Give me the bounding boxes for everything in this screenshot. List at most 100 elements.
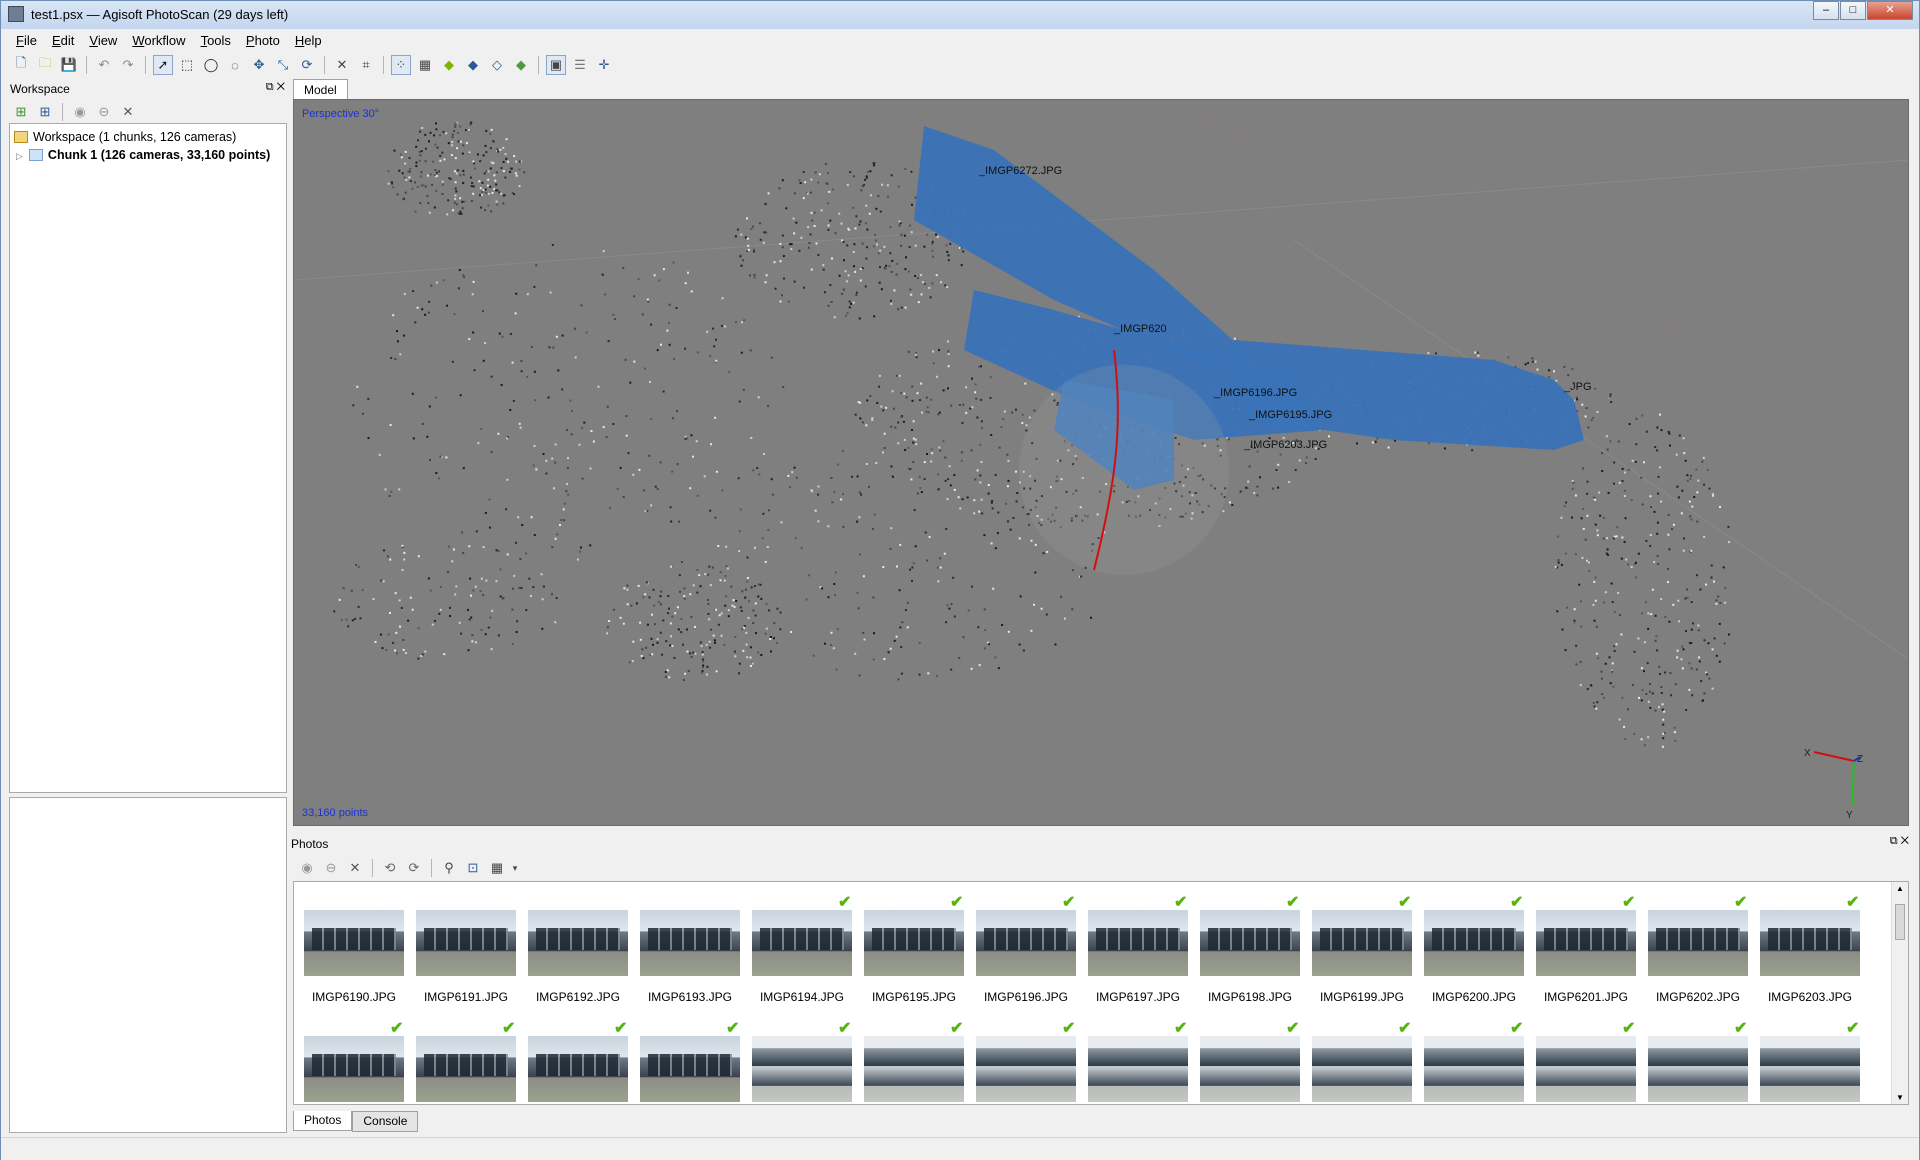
menu-file[interactable]: File [9,31,45,51]
photos-panel-header: Photos ⧉ ✕ [291,835,1911,853]
point-cloud-view-icon[interactable]: ⁘ [391,55,411,75]
close-panel-icon[interactable]: ✕ [1901,835,1909,847]
menu-bar: File Edit View Workflow Tools Photo Help [9,31,330,51]
rotate-right-icon[interactable]: ⟳ [404,858,424,878]
solid-model-icon[interactable]: ◆ [463,55,483,75]
workspace-root-label: Workspace (1 chunks, 126 cameras) [33,130,237,144]
workspace-panel-header: Workspace ⧉ ✕ [9,81,287,97]
camera-label: _IMGP6203.JPG [1243,439,1327,451]
enable-cameras-icon[interactable]: ◉ [297,858,317,878]
photo-preview [304,1036,404,1102]
aligned-check-icon: ✔ [1398,894,1412,911]
add-chunk-icon[interactable]: ⊞ [11,102,31,122]
menu-photo[interactable]: Photo [239,31,288,51]
photo-preview [304,910,404,976]
workspace-tree: Workspace (1 chunks, 126 cameras) ▷ Chunk… [9,123,287,793]
shaded-model-icon[interactable]: ◆ [439,55,459,75]
point-count-label: 33,160 points [302,807,369,819]
open-folder-icon[interactable]: 🗀 [35,55,55,75]
chunk-item[interactable]: ▷ Chunk 1 (126 cameras, 33,160 points) [16,146,270,164]
wireframe-model-icon[interactable]: ◇ [487,55,507,75]
move-object-icon[interactable]: ✥ [249,55,269,75]
workspace-root-item[interactable]: Workspace (1 chunks, 126 cameras) [14,128,236,146]
menu-view[interactable]: View [82,31,125,51]
reset-filter-icon[interactable]: ⊡ [463,858,483,878]
photo-filename: IMGP6202.JPG [1655,990,1741,1004]
aligned-check-icon: ✔ [1734,1020,1748,1037]
remove-cameras-icon[interactable]: ✕ [345,858,365,878]
add-photos-icon[interactable]: ⊞ [35,102,55,122]
disable-cameras-icon[interactable]: ⊖ [321,858,341,878]
menu-help[interactable]: Help [288,31,330,51]
rotate-left-icon[interactable]: ⟲ [380,858,400,878]
float-panel-icon[interactable]: ⧉ [1890,835,1898,847]
aligned-check-icon: ✔ [502,1020,516,1037]
view-mode-icon[interactable]: ▦ [487,858,507,878]
photo-filename: IMGP6191.JPG [423,990,509,1004]
maximize-button[interactable]: □ [1840,1,1866,20]
scroll-down-icon[interactable]: ▼ [1896,1093,1904,1102]
menu-edit[interactable]: Edit [45,31,82,51]
free-form-selection-icon[interactable]: ◌ [225,55,245,75]
save-icon[interactable]: 💾 [59,55,79,75]
rotate-region-icon[interactable]: ⟳ [297,55,317,75]
aligned-check-icon: ✔ [1622,894,1636,911]
close-button[interactable]: ✕ [1867,1,1913,20]
delete-selection-icon[interactable]: ✕ [332,55,352,75]
photo-preview [1312,910,1412,976]
minimize-button[interactable]: – [1813,1,1839,20]
tab-model[interactable]: Model [293,79,348,100]
scroll-thumb[interactable] [1895,904,1905,940]
aligned-check-icon: ✔ [1622,1020,1636,1037]
photo-filename: IMGP6201.JPG [1543,990,1629,1004]
navigation-cursor-icon[interactable]: ➚ [153,55,173,75]
show-region-icon[interactable]: ☰ [570,55,590,75]
scroll-up-icon[interactable]: ▲ [1896,884,1904,893]
crop-selection-icon[interactable]: ⌗ [356,55,376,75]
aligned-check-icon: ✔ [950,894,964,911]
float-panel-icon[interactable]: ⧉ [266,81,274,93]
view-mode-dropdown-icon[interactable]: ▾ [511,858,519,878]
remove-items-icon[interactable]: ✕ [118,102,138,122]
reset-view-icon[interactable]: ✛ [594,55,614,75]
aligned-check-icon: ✔ [1846,1020,1860,1037]
expand-arrow-icon[interactable]: ▷ [16,151,23,161]
menu-tools[interactable]: Tools [194,31,239,51]
aligned-check-icon: ✔ [1174,1020,1188,1037]
photo-preview [1648,1036,1748,1102]
photo-preview [864,910,964,976]
show-cameras-icon[interactable]: ▣ [546,55,566,75]
dense-cloud-view-icon[interactable]: ▦ [415,55,435,75]
new-file-icon[interactable]: 🗋 [11,55,31,75]
photo-preview [1760,1036,1860,1102]
photo-preview [752,910,852,976]
photo-preview [1760,910,1860,976]
enable-icon[interactable]: ◉ [70,102,90,122]
projection-label: Perspective 30° [302,108,380,120]
workspace-icon [14,131,28,143]
rectangle-selection-icon[interactable]: ⬚ [177,55,197,75]
resize-region-icon[interactable]: ⤡ [273,55,293,75]
photo-preview [640,910,740,976]
menu-workflow[interactable]: Workflow [125,31,193,51]
aligned-check-icon: ✔ [1510,894,1524,911]
aligned-check-icon: ✔ [1286,1020,1300,1037]
close-panel-icon[interactable]: ✕ [277,81,285,93]
photo-filename: IMGP6199.JPG [1319,990,1405,1004]
properties-pane [9,797,287,1133]
disable-icon[interactable]: ⊖ [94,102,114,122]
model-viewport[interactable]: _IMGP6272.JPG _IMGP620 _IMGP6196.JPG _IM… [293,99,1909,826]
tab-console[interactable]: Console [352,1111,419,1132]
textured-model-icon[interactable]: ◆ [511,55,531,75]
filter-photos-icon[interactable]: ⚲ [439,858,459,878]
redo-icon[interactable]: ↷ [118,55,138,75]
photo-preview [1088,1036,1188,1102]
aligned-check-icon: ✔ [1510,1020,1524,1037]
tab-photos[interactable]: Photos [293,1111,353,1131]
undo-icon[interactable]: ↶ [94,55,114,75]
photos-scrollbar[interactable]: ▲ ▼ [1891,882,1908,1104]
chunk-label: Chunk 1 (126 cameras, 33,160 points) [47,148,271,162]
circle-selection-icon[interactable]: ◯ [201,55,221,75]
photo-filename: IMGP6190.JPG [311,990,397,1004]
photos-panel-title: Photos [291,837,329,851]
